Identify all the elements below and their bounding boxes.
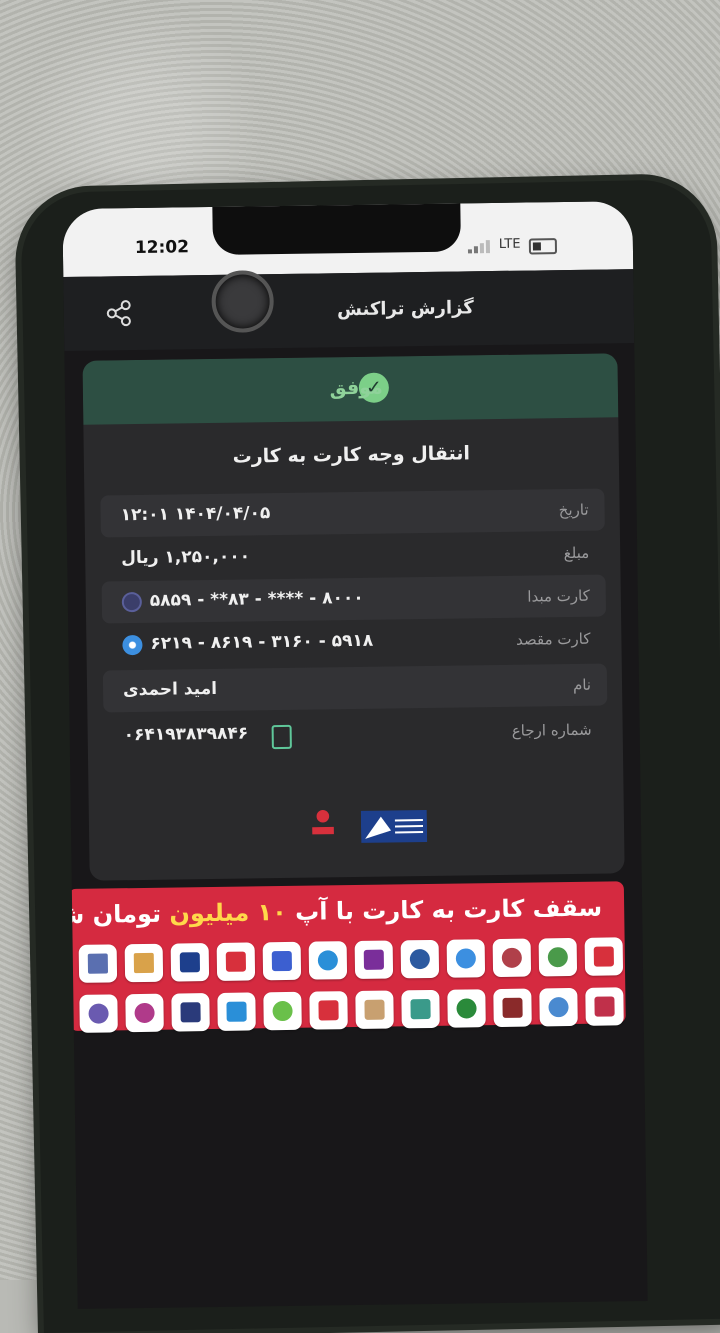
- receipt-card: ✓ موفق انتقال وجه کارت به کارت تاریخ ۱۴۰…: [82, 353, 624, 880]
- phone-screen: 12:02 LTE گزارش تراکنش ✓ موفق انتقال وجه…: [62, 201, 647, 1309]
- share-icon[interactable]: [104, 298, 134, 328]
- detail-row-date: تاریخ ۱۴۰۴/۰۴/۰۵ ۱۲:۰۱: [100, 488, 605, 537]
- promo-text: سقف کارت به کارت با آپ ۱۰ میلیون تومان ش…: [62, 894, 602, 930]
- transaction-title: انتقال وجه کارت به کارت: [84, 440, 619, 469]
- promo-banner[interactable]: سقف کارت به کارت با آپ ۱۰ میلیون تومان ش…: [68, 881, 626, 1031]
- reference-label: شماره ارجاع: [512, 721, 592, 740]
- bank-icon: [585, 987, 624, 1026]
- bank-icon: [401, 940, 440, 979]
- copy-icon[interactable]: [272, 725, 292, 749]
- network-label: LTE: [499, 237, 521, 252]
- success-banner: ✓ موفق: [82, 353, 618, 424]
- promo-text-end: تومان شد!: [62, 900, 161, 930]
- bank-icon: [493, 939, 532, 978]
- dest-card-value: ۵۹۱۸ - ۳۱۶۰ - ۸۶۱۹ - ۶۲۱۹: [150, 631, 373, 654]
- source-bank-icon: [122, 592, 142, 612]
- name-label: نام: [573, 676, 591, 694]
- bank-icon: [263, 942, 302, 981]
- bank-icon: [493, 989, 532, 1028]
- bank-icon: [355, 940, 394, 979]
- date-label: تاریخ: [559, 501, 589, 519]
- detail-row-source-card: کارت مبدا ۸۰۰۰ - **** - ۸۳** - ۵۸۵۹: [102, 574, 607, 623]
- bank-icon: [355, 990, 394, 1029]
- detail-row-dest-card: کارت مقصد ۵۹۱۸ - ۳۱۶۰ - ۸۶۱۹ - ۶۲۱۹: [102, 617, 607, 666]
- source-card-value: ۸۰۰۰ - **** - ۸۳** - ۵۸۵۹: [150, 588, 364, 611]
- bank-icon: [309, 991, 348, 1030]
- shaparak-logo: [303, 805, 343, 842]
- amount-label: مبلغ: [564, 544, 590, 562]
- bank-icon: [539, 988, 578, 1027]
- bank-icon: [171, 993, 210, 1032]
- reference-value: ۰۶۴۱۹۳۸۳۹۸۴۶: [124, 723, 249, 745]
- bank-icon: [401, 990, 440, 1029]
- signal-icon: [468, 239, 496, 253]
- dest-card-label: کارت مقصد: [516, 630, 591, 649]
- notch: [212, 203, 461, 254]
- bank-icon: [585, 937, 624, 976]
- bank-icon: [447, 989, 486, 1028]
- bank-icon: [171, 943, 210, 982]
- bank-icon: [79, 994, 118, 1033]
- status-badge: موفق: [329, 377, 383, 400]
- bank-icon: [263, 992, 302, 1031]
- bank-icon: [447, 939, 486, 978]
- detail-row-name: نام امید احمدی: [103, 663, 608, 712]
- name-value: امید احمدی: [123, 679, 217, 700]
- app-header: گزارش تراکنش: [63, 269, 634, 351]
- detail-row-reference: شماره ارجاع ۰۶۴۱۹۳۸۳۹۸۴۶: [103, 708, 608, 757]
- promo-highlight: ۱۰ میلیون: [169, 898, 287, 928]
- bank-icon: [125, 994, 164, 1033]
- amount-value: ۱,۲۵۰,۰۰۰ ریال: [121, 546, 250, 568]
- bank-icon: [217, 942, 256, 981]
- bank-icon: [125, 944, 164, 983]
- page-title: گزارش تراکنش: [337, 297, 474, 320]
- status-bar: 12:02 LTE: [62, 201, 633, 277]
- detail-row-amount: مبلغ ۱,۲۵۰,۰۰۰ ریال: [101, 531, 606, 580]
- battery-icon: [529, 238, 557, 254]
- promo-text-start: سقف کارت به کارت با آپ: [295, 894, 602, 926]
- bank-logo: [361, 808, 427, 845]
- bank-icon: [217, 992, 256, 1031]
- bank-icons-grid: [79, 937, 619, 945]
- status-time: 12:02: [135, 237, 189, 258]
- dest-bank-icon: [122, 635, 142, 655]
- bank-icon: [309, 941, 348, 980]
- bank-icon: [539, 938, 578, 977]
- date-value: ۱۴۰۴/۰۴/۰۵ ۱۲:۰۱: [120, 503, 270, 525]
- bank-icon: [79, 944, 118, 983]
- source-card-label: کارت مبدا: [527, 587, 590, 606]
